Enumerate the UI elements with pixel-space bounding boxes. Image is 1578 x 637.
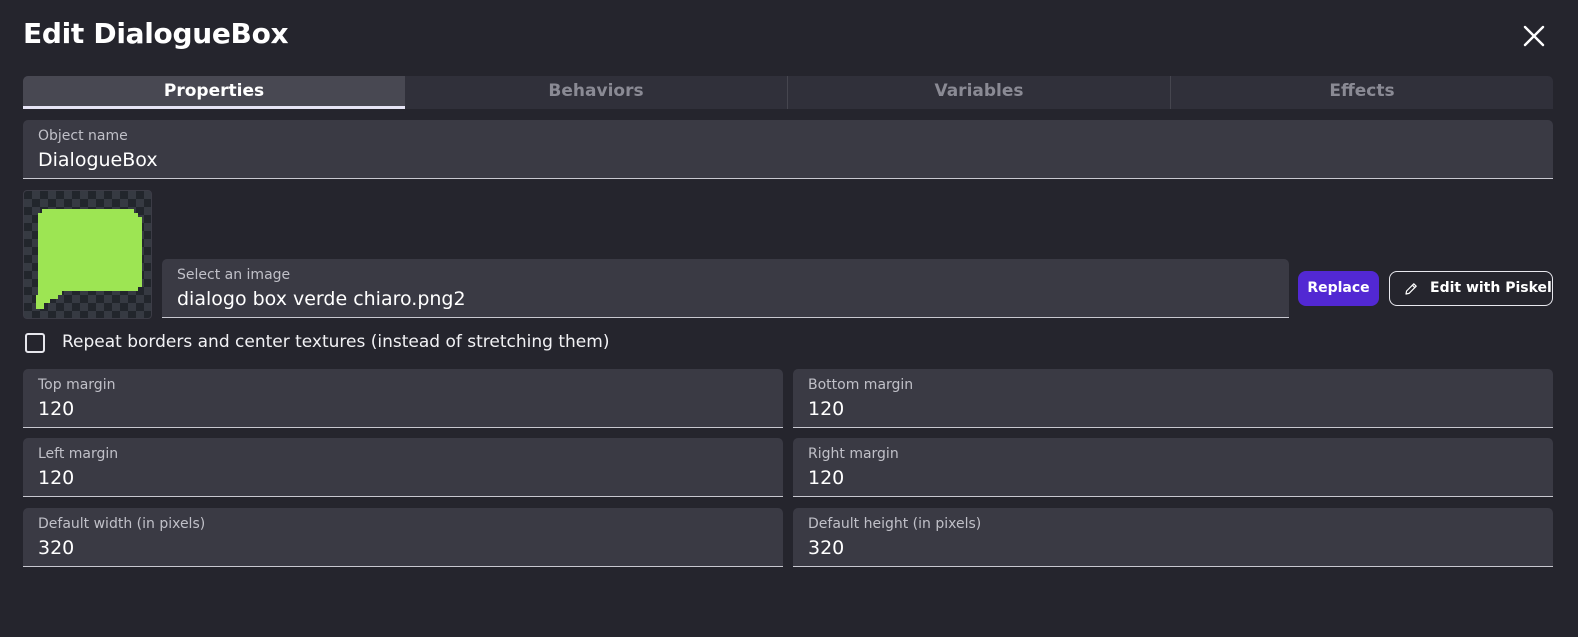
pencil-icon xyxy=(1405,283,1417,295)
left-margin-field[interactable]: Left margin 120 xyxy=(23,438,783,497)
left-margin-value[interactable]: 120 xyxy=(38,467,74,489)
close-icon[interactable] xyxy=(1518,20,1550,52)
tab-properties[interactable]: Properties xyxy=(23,76,405,109)
object-name-value[interactable]: DialogueBox xyxy=(38,149,158,171)
top-margin-field[interactable]: Top margin 120 xyxy=(23,369,783,428)
image-select-field[interactable]: Select an image dialogo box verde chiaro… xyxy=(162,259,1289,318)
image-thumbnail[interactable] xyxy=(23,190,152,319)
dialog-title: Edit DialogueBox xyxy=(23,17,289,50)
speech-bubble-icon xyxy=(36,209,142,309)
default-height-value[interactable]: 320 xyxy=(808,537,844,559)
tab-variables[interactable]: Variables xyxy=(787,76,1170,109)
default-width-field[interactable]: Default width (in pixels) 320 xyxy=(23,508,783,567)
replace-button[interactable]: Replace xyxy=(1298,271,1379,306)
bottom-margin-value[interactable]: 120 xyxy=(808,398,844,420)
bottom-margin-field[interactable]: Bottom margin 120 xyxy=(793,369,1553,428)
top-margin-label: Top margin xyxy=(38,377,116,393)
edit-with-piskel-label: Edit with Piskel xyxy=(1430,280,1552,296)
edit-with-piskel-button[interactable]: Edit with Piskel xyxy=(1389,271,1553,306)
object-name-label: Object name xyxy=(38,128,128,144)
default-height-field[interactable]: Default height (in pixels) 320 xyxy=(793,508,1553,567)
object-name-field[interactable]: Object name DialogueBox xyxy=(23,120,1553,179)
tab-effects[interactable]: Effects xyxy=(1170,76,1553,109)
image-select-value[interactable]: dialogo box verde chiaro.png2 xyxy=(177,288,466,310)
default-width-value[interactable]: 320 xyxy=(38,537,74,559)
tab-bar: Properties Behaviors Variables Effects xyxy=(23,76,1553,109)
bottom-margin-label: Bottom margin xyxy=(808,377,914,393)
image-select-label: Select an image xyxy=(177,267,291,283)
top-margin-value[interactable]: 120 xyxy=(38,398,74,420)
right-margin-field[interactable]: Right margin 120 xyxy=(793,438,1553,497)
tab-behaviors[interactable]: Behaviors xyxy=(405,76,787,109)
right-margin-label: Right margin xyxy=(808,446,899,462)
right-margin-value[interactable]: 120 xyxy=(808,467,844,489)
repeat-borders-checkbox[interactable] xyxy=(25,333,45,353)
default-height-label: Default height (in pixels) xyxy=(808,516,982,532)
default-width-label: Default width (in pixels) xyxy=(38,516,206,532)
left-margin-label: Left margin xyxy=(38,446,119,462)
repeat-borders-label: Repeat borders and center textures (inst… xyxy=(62,332,610,352)
